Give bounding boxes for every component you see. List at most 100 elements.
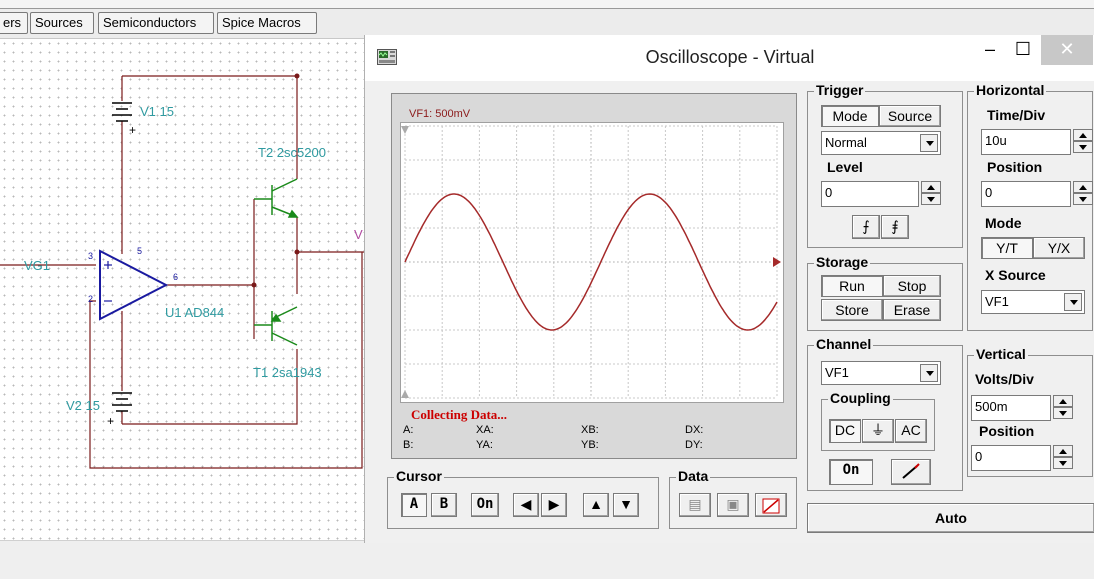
readout-b: B: <box>403 439 414 451</box>
run-button[interactable]: Run <box>821 275 883 297</box>
spin-up-icon[interactable] <box>921 181 941 193</box>
schematic-canvas[interactable]: V1 15 + T2 2sc5200 VG1 V 3 2 6 5 U1 AD84… <box>0 39 364 540</box>
spin-down-icon[interactable] <box>921 193 941 205</box>
spin-down-icon[interactable] <box>1053 457 1073 469</box>
bottom-marker-icon <box>401 390 409 398</box>
spin-up-icon[interactable] <box>1073 181 1093 193</box>
readout-yb: YB: <box>581 439 599 451</box>
top-marker-icon <box>401 126 409 134</box>
hpos-spinner[interactable] <box>1073 181 1093 205</box>
spin-down-icon[interactable] <box>1073 193 1093 205</box>
xsource-label: X Source <box>985 267 1046 283</box>
channel-title: Channel <box>814 336 874 352</box>
rising-edge-icon: ⨍ <box>862 218 870 234</box>
cursor-right-button[interactable]: ▶ <box>541 493 567 517</box>
readout-xb: XB: <box>581 424 599 436</box>
data-export-button[interactable]: ▣ <box>717 493 749 517</box>
pin-3: 3 <box>88 251 94 261</box>
channel-select[interactable]: VF1 <box>821 361 941 385</box>
erase-button[interactable]: Erase <box>883 299 941 321</box>
tab-label: Spice Macros <box>222 15 301 30</box>
timediv-spinner[interactable] <box>1073 129 1093 153</box>
spin-up-icon[interactable] <box>1073 129 1093 141</box>
gnd-button[interactable]: ⏚ <box>862 419 894 443</box>
u1-label: U1 AD844 <box>165 305 225 320</box>
voltsdiv-spinner[interactable] <box>1053 395 1073 419</box>
spin-up-icon[interactable] <box>1053 445 1073 457</box>
readout-dx: DX: <box>685 424 704 436</box>
voltsdiv-input[interactable]: 500m <box>971 395 1051 421</box>
data-import-button[interactable]: ▤ <box>679 493 711 517</box>
probe-icon <box>902 463 920 479</box>
readout-a: A: <box>403 424 414 436</box>
falling-edge-button[interactable]: ⨎ <box>881 215 909 239</box>
timediv-input[interactable]: 10u <box>981 129 1071 155</box>
cursor-up-button[interactable]: ▲ <box>583 493 609 517</box>
vpos-spinner[interactable] <box>1053 445 1073 469</box>
arrow-down-bar-icon: ▼ <box>619 496 633 512</box>
scope-graticule <box>401 125 781 399</box>
tab-label: Semiconductors <box>103 15 197 30</box>
trigger-source-button[interactable]: Source <box>879 105 941 127</box>
hpos-input[interactable]: 0 <box>981 181 1071 207</box>
store-button[interactable]: Store <box>821 299 883 321</box>
tab-sources[interactable]: Sources <box>30 12 94 34</box>
trigger-level-input[interactable]: 0 <box>821 181 919 207</box>
probe-button[interactable] <box>891 459 931 485</box>
storage-title: Storage <box>814 254 871 270</box>
trigger-mode-button[interactable]: Mode <box>821 105 879 127</box>
rising-edge-button[interactable]: ⨍ <box>852 215 880 239</box>
t1-label: T1 2sa1943 <box>253 365 322 380</box>
arrow-right-icon: ▶ <box>548 496 560 512</box>
window-titlebar[interactable]: Oscilloscope - Virtual – ☐ ✕ <box>365 35 1094 81</box>
readout-ya: YA: <box>476 439 493 451</box>
close-button[interactable]: ✕ <box>1041 35 1093 65</box>
tab-label: ers <box>3 15 22 30</box>
oscilloscope-window: Oscilloscope - Virtual – ☐ ✕ VF1: 500mV … <box>364 35 1094 543</box>
chevron-down-icon[interactable] <box>1064 293 1082 311</box>
stop-button[interactable]: Stop <box>883 275 941 297</box>
trigger-level-label: Level <box>827 159 863 175</box>
pin-5: 5 <box>137 246 143 256</box>
channel-value: VF1 <box>825 365 849 380</box>
cursor-b-button[interactable]: B <box>431 493 457 517</box>
chevron-down-icon[interactable] <box>920 364 938 382</box>
yt-button[interactable]: Y/T <box>981 237 1033 259</box>
cursor-on-button[interactable]: On <box>471 493 499 517</box>
tab-partial[interactable]: ers <box>0 12 28 34</box>
dc-button[interactable]: DC <box>829 419 861 443</box>
tab-spice-macros[interactable]: Spice Macros <box>217 12 317 34</box>
pin-2: 2 <box>88 294 94 304</box>
xsource-select[interactable]: VF1 <box>981 290 1085 314</box>
data-clear-button[interactable] <box>755 493 787 517</box>
chevron-down-icon[interactable] <box>920 134 938 152</box>
cursor-left-button[interactable]: ◀ <box>513 493 539 517</box>
vpos-input[interactable]: 0 <box>971 445 1051 471</box>
channel-scale-label: VF1: 500mV <box>409 108 471 120</box>
vg1-label: VG1 <box>24 258 51 273</box>
tab-semiconductors[interactable]: Semiconductors <box>98 12 214 34</box>
auto-button[interactable]: Auto <box>807 503 1094 533</box>
minimize-button[interactable]: – <box>975 35 1005 65</box>
maximize-button[interactable]: ☐ <box>1005 35 1041 65</box>
cursor-down-button[interactable]: ▼ <box>613 493 639 517</box>
ac-button[interactable]: AC <box>895 419 927 443</box>
hpos-label: Position <box>987 159 1043 175</box>
vf-label-partial: V <box>354 227 363 242</box>
trigger-mode-select[interactable]: Normal <box>821 131 941 155</box>
spin-down-icon[interactable] <box>1073 141 1093 153</box>
import-icon: ▤ <box>688 496 702 512</box>
v1-label: V1 15 <box>140 104 174 119</box>
spin-up-icon[interactable] <box>1053 395 1073 407</box>
coupling-title: Coupling <box>828 390 893 406</box>
scope-display[interactable] <box>400 122 784 403</box>
pin-6: 6 <box>173 272 179 282</box>
status-collecting: Collecting Data... <box>411 407 508 422</box>
trigger-level-spinner[interactable] <box>921 181 941 205</box>
component-tab-strip: ers Sources Semiconductors Spice Macros <box>0 0 1094 39</box>
spin-down-icon[interactable] <box>1053 407 1073 419</box>
data-title: Data <box>676 468 711 484</box>
yx-button[interactable]: Y/X <box>1033 237 1085 259</box>
cursor-a-button[interactable]: A <box>401 493 427 517</box>
channel-on-button[interactable]: On <box>829 459 873 485</box>
